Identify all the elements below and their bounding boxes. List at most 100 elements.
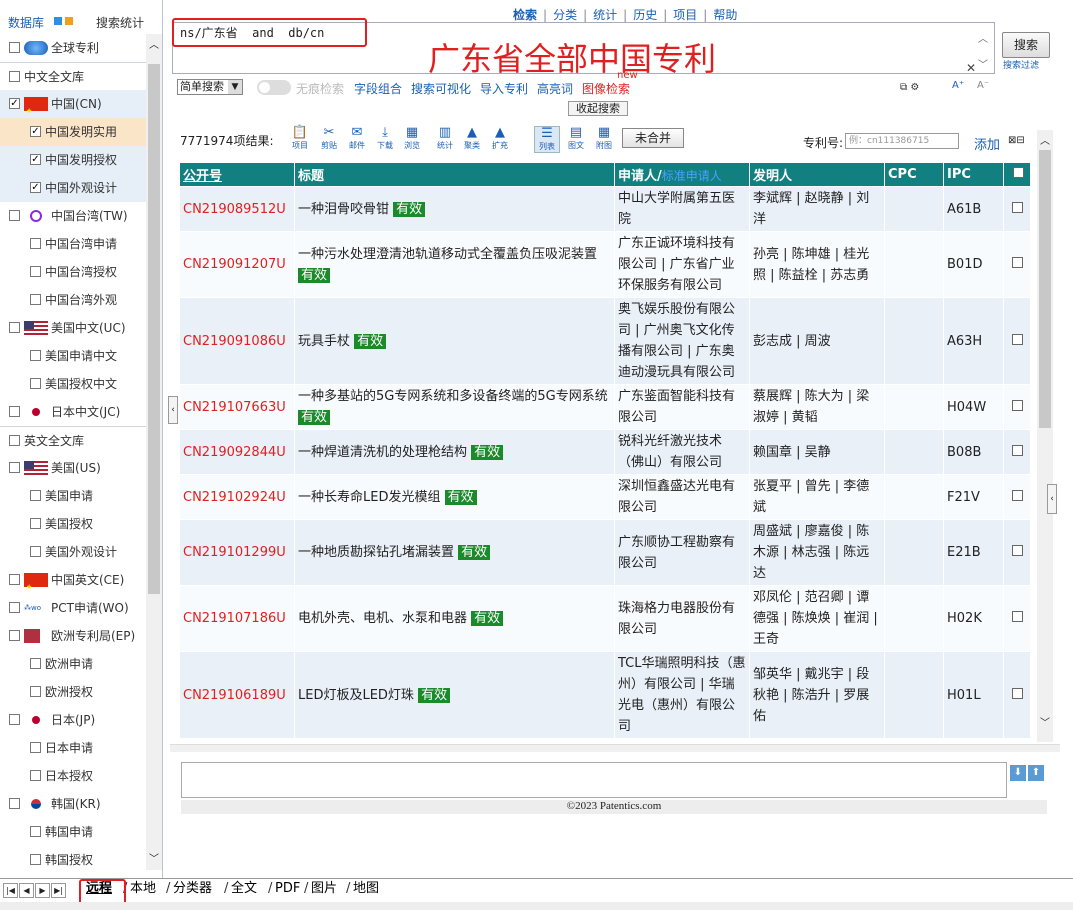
pubno-link[interactable]: CN219091207U (179, 231, 295, 298)
scroll-thumb[interactable] (1039, 150, 1051, 428)
bottom-tab[interactable]: 分类器 (173, 879, 212, 899)
pubno-link[interactable]: CN219107186U (179, 585, 295, 652)
result-tool-5[interactable]: ▥ 统计 (434, 126, 456, 151)
list-item[interactable]: ⁂wo PCT申请(WO) (0, 594, 146, 622)
results-scrollbar[interactable]: ︿ ﹀ (1037, 130, 1053, 742)
notes-textarea[interactable] (181, 762, 1007, 798)
clear-query-icon[interactable]: ✕ (966, 61, 976, 75)
row-checkbox[interactable] (1011, 399, 1023, 411)
table-row[interactable]: CN219091086U 玩具手杖 有效 奥飞娱乐股份有限公司 | 广州奥飞文化传播… (179, 297, 1031, 385)
table-row[interactable]: CN219102924U 一种长寿命LED发光模组 有效 深圳恒鑫盛达光电有限公司张… (179, 474, 1031, 520)
list-item[interactable]: 欧洲申请 (0, 650, 146, 678)
tab-database[interactable]: 数据库 (8, 14, 44, 31)
result-tool-1[interactable]: ✂ 剪贴 (318, 126, 340, 151)
col-applicant-label[interactable]: 申请人/ (618, 169, 662, 184)
pubno-link[interactable]: CN219106189U (179, 651, 295, 739)
bottom-tab[interactable]: 图片 (311, 879, 337, 899)
db-checkbox[interactable] (30, 518, 41, 529)
col-pubno[interactable]: 公开号 (179, 162, 295, 187)
arrow-up-icon[interactable]: ⬆ (1028, 765, 1044, 781)
db-checkbox[interactable] (9, 406, 20, 417)
blue-square-icon[interactable] (54, 17, 62, 25)
list-item[interactable]: 日本(JP) (0, 706, 146, 734)
select-all-checkbox[interactable] (1013, 167, 1024, 178)
col-pubno-label[interactable]: 公开号 (183, 169, 222, 184)
scroll-thumb[interactable] (148, 64, 160, 594)
query-scroll-icon[interactable]: ︿ ﹀ (978, 30, 988, 71)
search-button[interactable]: 搜索 (1002, 32, 1050, 58)
prev-icon[interactable]: ◀ (19, 883, 34, 898)
incognito-toggle[interactable] (257, 80, 291, 95)
collapse-search-button[interactable]: 收起搜索 (568, 101, 628, 116)
tab-search-stats[interactable]: 搜索统计 (96, 14, 144, 31)
title-text[interactable]: 一种长寿命LED发光模组 (298, 490, 440, 505)
bottom-tab[interactable]: 本地 (130, 879, 156, 899)
col-ipc[interactable]: IPC (943, 162, 1004, 187)
list-item[interactable]: 日本申请 (0, 734, 146, 762)
db-checkbox[interactable] (9, 602, 20, 613)
list-item[interactable]: ✓ ★ 中国(CN) (0, 90, 146, 118)
list-item[interactable]: 中国台湾外观 (0, 286, 146, 314)
db-checkbox[interactable] (30, 378, 41, 389)
list-item[interactable]: ★ 中国英文(CE) (0, 566, 146, 594)
db-checkbox[interactable] (30, 742, 41, 753)
arrow-down-icon[interactable]: ⬇ (1010, 765, 1026, 781)
db-checkbox[interactable] (30, 826, 41, 837)
list-item[interactable]: 美国授权中文 (0, 370, 146, 398)
title-text[interactable]: 一种泪骨咬骨钳 (298, 202, 389, 217)
row-checkbox[interactable] (1011, 333, 1023, 345)
result-tool-3[interactable]: ⤓ 下载 (374, 126, 396, 151)
title-text[interactable]: 玩具手杖 (298, 334, 350, 349)
select-cell[interactable] (1003, 297, 1031, 385)
col-title[interactable]: 标题 (294, 162, 615, 187)
title-text[interactable]: 电机外壳、电机、水泵和电器 (298, 611, 467, 626)
db-checkbox[interactable] (30, 658, 41, 669)
list-item[interactable]: ✓ 中国外观设计 (0, 174, 146, 202)
search-filter-link[interactable]: 搜索过滤 (1003, 58, 1039, 71)
title-text[interactable]: 一种地质勘探钻孔堵漏装置 (298, 545, 454, 560)
db-checkbox[interactable] (9, 574, 20, 585)
title-cell[interactable]: 一种长寿命LED发光模组 有效 (294, 474, 615, 520)
row-checkbox[interactable] (1011, 545, 1023, 556)
scroll-up-icon[interactable]: ︿ (149, 36, 159, 51)
select-cell[interactable] (1003, 585, 1031, 652)
db-checkbox[interactable] (30, 490, 41, 501)
list-item[interactable]: 中文全文库 (0, 62, 146, 90)
select-cell[interactable] (1003, 519, 1031, 586)
col-applicant[interactable]: 申请人/标准申请人 (614, 162, 750, 187)
db-checkbox[interactable]: ✓ (30, 182, 41, 193)
horizontal-scrollbar[interactable] (170, 744, 1060, 752)
select-cell[interactable] (1003, 429, 1031, 475)
left-scrollbar[interactable]: ︿ ﹀ (146, 34, 162, 870)
title-text[interactable]: LED灯板及LED灯珠 (298, 688, 414, 703)
select-cell[interactable] (1003, 651, 1031, 739)
list-item[interactable]: 韩国(KR) (0, 790, 146, 818)
list-item[interactable]: 日本授权 (0, 762, 146, 790)
db-checkbox[interactable] (9, 714, 20, 725)
select-cell[interactable] (1003, 474, 1031, 520)
result-tool-0[interactable]: 📋 项目 (289, 126, 311, 151)
result-tool-10[interactable]: ▦ 附图 (593, 126, 615, 151)
title-cell[interactable]: 一种焊道清洗机的处理枪结构 有效 (294, 429, 615, 475)
table-row[interactable]: CN219091207U 一种污水处理澄清池轨道移动式全覆盖负压吸泥装置 有效 广东… (179, 231, 1031, 298)
title-cell[interactable]: 玩具手杖 有效 (294, 297, 615, 385)
collapse-left-button[interactable]: ‹ (168, 396, 178, 424)
last-icon[interactable]: ▶| (51, 883, 66, 898)
table-row[interactable]: CN219101299U 一种地质勘探钻孔堵漏装置 有效 广东顺协工程勘察有限公司周… (179, 519, 1031, 586)
table-row[interactable]: CN219089512U 一种泪骨咬骨钳 有效 中山大学附属第五医院 李斌辉 | 赵晓… (179, 186, 1031, 232)
nav-item[interactable]: 统计 (593, 8, 617, 22)
list-item[interactable]: 韩国授权 (0, 846, 146, 874)
list-item[interactable]: 中国台湾(TW) (0, 202, 146, 230)
db-checkbox[interactable]: ✓ (30, 154, 41, 165)
orange-square-icon[interactable] (65, 17, 73, 25)
list-item[interactable]: 美国授权 (0, 510, 146, 538)
scroll-up-icon[interactable]: ︿ (1040, 132, 1050, 147)
font-increase-button[interactable]: A⁺ (952, 80, 964, 91)
nav-item[interactable]: 项目 (673, 8, 697, 22)
db-checkbox[interactable] (9, 42, 20, 53)
col-inventor[interactable]: 发明人 (749, 162, 885, 187)
list-item[interactable]: 全球专利 (0, 34, 146, 62)
list-item[interactable]: 中国台湾授权 (0, 258, 146, 286)
list-item[interactable]: 中国台湾申请 (0, 230, 146, 258)
list-item[interactable]: 美国中文(UC) (0, 314, 146, 342)
